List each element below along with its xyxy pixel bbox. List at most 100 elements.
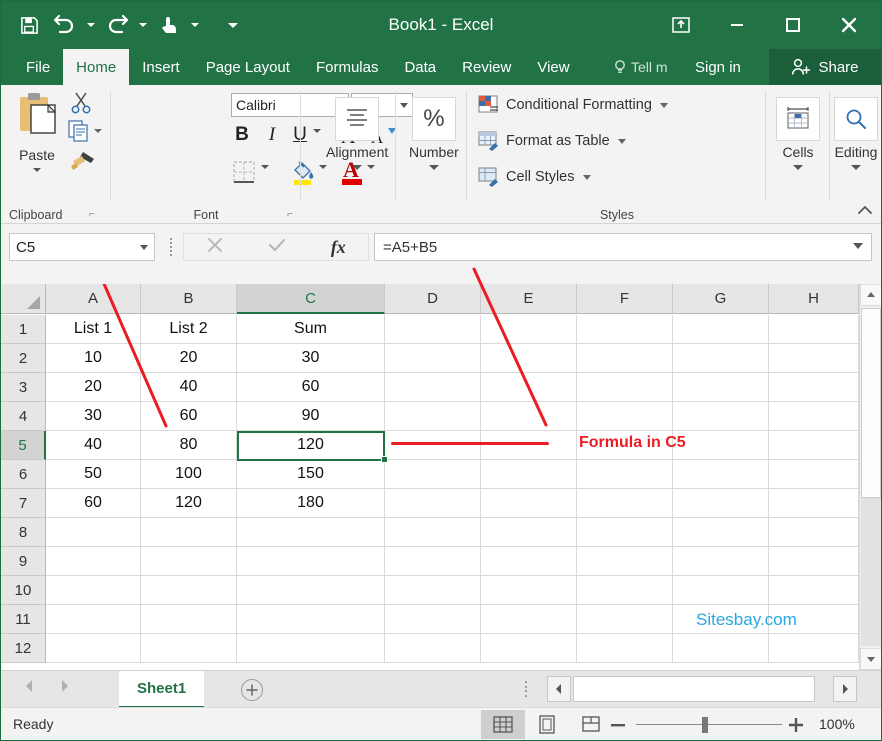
tab-formulas[interactable]: Formulas (303, 49, 392, 85)
row-header-3[interactable]: 3 (1, 373, 46, 402)
tab-file[interactable]: File (13, 49, 63, 85)
format-painter-button[interactable] (69, 149, 97, 173)
cell-F10[interactable] (577, 576, 673, 605)
row-header-6[interactable]: 6 (1, 460, 46, 489)
cell-E7[interactable] (481, 489, 577, 518)
zoom-slider-thumb[interactable] (702, 717, 708, 733)
cell-D10[interactable] (385, 576, 481, 605)
cells-button[interactable]: Cells (776, 97, 820, 170)
cell-E9[interactable] (481, 547, 577, 576)
cell-H8[interactable] (769, 518, 859, 547)
cell-H12[interactable] (769, 634, 859, 663)
italic-button[interactable]: I (261, 123, 283, 147)
row-header-9[interactable]: 9 (1, 547, 46, 576)
vertical-scrollbar-thumb[interactable] (861, 308, 881, 498)
copy-dropdown-icon[interactable] (94, 129, 102, 133)
cell-A4[interactable]: 30 (46, 402, 141, 431)
tell-me-search[interactable]: Tell m (613, 49, 695, 85)
cell-C5[interactable]: 120 (237, 431, 385, 460)
restore-icon[interactable] (765, 3, 821, 47)
cell-A11[interactable] (46, 605, 141, 634)
cell-D2[interactable] (385, 344, 481, 373)
scroll-down-icon[interactable] (860, 648, 881, 670)
cell-F1[interactable] (577, 315, 673, 344)
cell-B10[interactable] (141, 576, 237, 605)
cell-E2[interactable] (481, 344, 577, 373)
number-dropdown-icon[interactable] (428, 165, 439, 170)
cell-G10[interactable] (673, 576, 769, 605)
row-header-4[interactable]: 4 (1, 402, 46, 431)
horizontal-scrollbar[interactable] (547, 676, 857, 702)
tab-view[interactable]: View (524, 49, 582, 85)
cell-H2[interactable] (769, 344, 859, 373)
borders-dropdown-icon[interactable] (261, 165, 269, 169)
conditional-formatting-button[interactable]: Conditional Formatting (478, 95, 668, 115)
horizontal-scrollbar-thumb[interactable] (573, 676, 815, 702)
tab-home[interactable]: Home (63, 49, 130, 85)
cell-B5[interactable]: 80 (141, 431, 237, 460)
insert-function-icon[interactable]: fx (331, 237, 346, 258)
cell-C12[interactable] (237, 634, 385, 663)
cell-F9[interactable] (577, 547, 673, 576)
name-box[interactable]: C5 (9, 233, 155, 261)
normal-view-icon[interactable] (481, 710, 525, 739)
cell-A3[interactable]: 20 (46, 373, 141, 402)
column-header-a[interactable]: A (46, 284, 141, 314)
cell-D12[interactable] (385, 634, 481, 663)
undo-icon[interactable] (47, 5, 83, 45)
cell-F8[interactable] (577, 518, 673, 547)
cell-G9[interactable] (673, 547, 769, 576)
cell-B9[interactable] (141, 547, 237, 576)
row-header-8[interactable]: 8 (1, 518, 46, 547)
cell-D8[interactable] (385, 518, 481, 547)
cell-E6[interactable] (481, 460, 577, 489)
cell-B11[interactable] (141, 605, 237, 634)
column-header-b[interactable]: B (141, 284, 237, 314)
cell-F4[interactable] (577, 402, 673, 431)
cell-H6[interactable] (769, 460, 859, 489)
cell-A10[interactable] (46, 576, 141, 605)
share-button[interactable]: Share (769, 49, 881, 85)
cell-E10[interactable] (481, 576, 577, 605)
column-header-d[interactable]: D (385, 284, 481, 314)
cell-C7[interactable]: 180 (237, 489, 385, 518)
cell-D11[interactable] (385, 605, 481, 634)
number-button[interactable]: % Number (409, 97, 459, 170)
paste-button[interactable]: Paste (9, 89, 65, 193)
cell-A6[interactable]: 50 (46, 460, 141, 489)
tab-page-layout[interactable]: Page Layout (193, 49, 303, 85)
cell-B4[interactable]: 60 (141, 402, 237, 431)
cell-A8[interactable] (46, 518, 141, 547)
column-header-g[interactable]: G (673, 284, 769, 314)
sheet-splitter[interactable] (525, 681, 529, 697)
fill-handle[interactable] (381, 456, 388, 463)
cell-H4[interactable] (769, 402, 859, 431)
cell-B8[interactable] (141, 518, 237, 547)
column-header-f[interactable]: F (577, 284, 673, 314)
tab-review[interactable]: Review (449, 49, 524, 85)
conditional-formatting-dropdown-icon[interactable] (659, 102, 668, 108)
cell-E1[interactable] (481, 315, 577, 344)
row-header-5[interactable]: 5 (1, 431, 46, 460)
editing-button[interactable]: Editing (834, 97, 878, 170)
cell-F7[interactable] (577, 489, 673, 518)
cell-B1[interactable]: List 2 (141, 315, 237, 344)
cell-C9[interactable] (237, 547, 385, 576)
formula-bar-expand-icon[interactable] (853, 243, 863, 249)
scroll-right-icon[interactable] (833, 676, 857, 702)
undo-dropdown-icon[interactable] (83, 5, 99, 45)
scroll-up-icon[interactable] (860, 284, 881, 306)
editing-dropdown-icon[interactable] (851, 165, 861, 170)
customize-qat-icon[interactable] (225, 5, 241, 45)
cell-F2[interactable] (577, 344, 673, 373)
cell-D7[interactable] (385, 489, 481, 518)
vertical-scrollbar[interactable] (859, 284, 881, 670)
cell-H5[interactable] (769, 431, 859, 460)
cell-H10[interactable] (769, 576, 859, 605)
ribbon-display-options-icon[interactable] (653, 3, 709, 47)
cell-C11[interactable] (237, 605, 385, 634)
cell-G4[interactable] (673, 402, 769, 431)
column-header-h[interactable]: H (769, 284, 859, 314)
paste-dropdown-icon[interactable] (33, 168, 41, 172)
bold-button[interactable]: B (231, 123, 253, 147)
